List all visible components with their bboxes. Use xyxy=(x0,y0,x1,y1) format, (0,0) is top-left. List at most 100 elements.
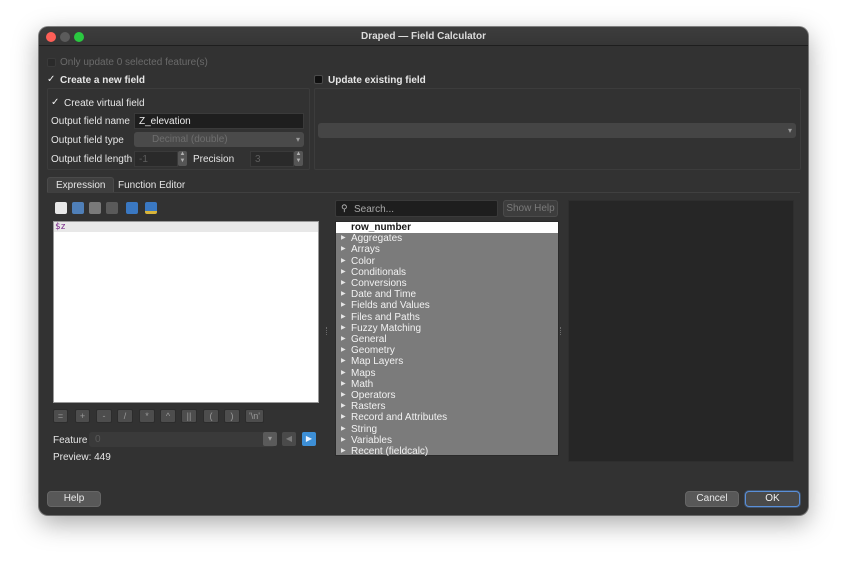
previous-feature-icon[interactable]: ◀ xyxy=(282,432,296,446)
only-update-selected-checkbox[interactable] xyxy=(47,58,56,67)
next-feature-icon[interactable]: ▶ xyxy=(302,432,316,446)
function-group-item[interactable]: ▶ Operators xyxy=(336,390,558,401)
function-group-item[interactable]: ▶ String xyxy=(336,424,558,435)
output-field-name-input[interactable]: Z_elevation xyxy=(134,113,304,129)
expand-triangle-icon[interactable]: ▶ xyxy=(341,300,346,311)
expand-triangle-icon[interactable]: ▶ xyxy=(341,244,346,255)
function-group-item[interactable]: ▶ Conversions xyxy=(336,278,558,289)
function-item-label: Conversions xyxy=(351,278,407,289)
virtual-field-label: Create virtual field xyxy=(64,98,145,109)
output-field-type-select[interactable]: Decimal (double) ▾ xyxy=(134,132,304,147)
expand-triangle-icon[interactable]: ▶ xyxy=(341,267,346,278)
update-existing-field-checkbox[interactable] xyxy=(314,75,323,84)
function-group-item[interactable]: ▶ Files and Paths xyxy=(336,312,558,323)
operator-plus-button[interactable]: + xyxy=(75,409,90,423)
function-group-item[interactable]: ▶ Fuzzy Matching xyxy=(336,323,558,334)
function-group-item[interactable]: ▶ Color xyxy=(336,256,558,267)
field-calculator-window: Draped — Field Calculator Only update 0 … xyxy=(39,27,808,515)
function-list[interactable]: row_number ▶ Aggregates ▶ Arrays ▶ Color ▶ Condi… xyxy=(335,221,559,457)
chevron-down-icon: ▾ xyxy=(787,126,792,135)
function-group-item[interactable]: ▶ Math xyxy=(336,379,558,390)
expand-triangle-icon[interactable]: ▶ xyxy=(341,233,346,244)
new-file-icon[interactable] xyxy=(55,202,67,214)
virtual-field-check-icon[interactable]: ✓ xyxy=(51,98,59,108)
chevron-down-icon[interactable]: ▾ xyxy=(263,432,277,446)
right-splitter-handle[interactable] xyxy=(560,327,562,335)
current-line-highlight xyxy=(54,222,318,232)
help-button[interactable]: Help xyxy=(47,491,101,507)
function-group-item[interactable]: ▶ General xyxy=(336,334,558,345)
output-field-length-input[interactable]: -1 xyxy=(134,151,178,167)
existing-field-select[interactable]: ▾ xyxy=(318,123,796,138)
expand-triangle-icon[interactable]: ▶ xyxy=(341,289,346,300)
function-group-item[interactable]: ▶ Arrays xyxy=(336,244,558,255)
function-search-input[interactable]: ⚲ Search... xyxy=(335,200,498,217)
function-item-label: Recent (fieldcalc) xyxy=(351,446,429,457)
ok-button[interactable]: OK xyxy=(745,491,800,507)
left-splitter-handle[interactable] xyxy=(326,327,328,335)
cancel-button[interactable]: Cancel xyxy=(685,491,739,507)
function-group-item[interactable]: ▶ Aggregates xyxy=(336,233,558,244)
expand-triangle-icon[interactable]: ▶ xyxy=(341,446,346,457)
expand-triangle-icon[interactable]: ▶ xyxy=(341,368,346,379)
function-group-item[interactable]: ▶ Map Layers xyxy=(336,356,558,367)
expand-triangle-icon[interactable]: ▶ xyxy=(341,412,346,423)
operator-newline-button[interactable]: '\n' xyxy=(245,409,264,423)
expand-triangle-icon[interactable]: ▶ xyxy=(341,312,346,323)
length-spin-arrows-icon[interactable]: ▲ ▼ xyxy=(178,151,187,166)
import-icon[interactable] xyxy=(126,202,138,214)
function-item-label: Maps xyxy=(351,367,376,379)
function-group-item[interactable]: ▶ Record and Attributes xyxy=(336,412,558,423)
operator-concat-button[interactable]: || xyxy=(181,409,197,423)
show-help-button[interactable]: Show Help xyxy=(503,200,558,217)
save-icon[interactable] xyxy=(72,202,84,214)
function-group-item[interactable]: ▶ Maps xyxy=(336,368,558,379)
operator-open-paren-button[interactable]: ( xyxy=(203,409,219,423)
function-item-label: Map Layers xyxy=(351,356,404,368)
expand-triangle-icon[interactable]: ▶ xyxy=(341,424,346,435)
tab-function-editor[interactable]: Function Editor xyxy=(110,178,193,193)
expand-triangle-icon[interactable]: ▶ xyxy=(341,256,346,267)
function-item-label: Rasters xyxy=(351,401,386,413)
operator-equals-button[interactable]: = xyxy=(53,409,68,423)
save-as-icon[interactable] xyxy=(89,202,101,214)
only-update-selected-label: Only update 0 selected feature(s) xyxy=(60,57,208,68)
function-group-item[interactable]: ▶ Fields and Values xyxy=(336,300,558,311)
function-item-row-number[interactable]: row_number xyxy=(336,222,558,233)
function-group-item[interactable]: ▶ Date and Time xyxy=(336,289,558,300)
function-group-item[interactable]: ▶ Variables xyxy=(336,435,558,446)
precision-spin-arrows-icon[interactable]: ▲ ▼ xyxy=(294,151,303,166)
expand-triangle-icon[interactable]: ▶ xyxy=(341,390,346,401)
expand-triangle-icon[interactable]: ▶ xyxy=(341,356,346,367)
tab-expression[interactable]: Expression xyxy=(47,177,115,192)
expression-editor[interactable]: $z xyxy=(53,221,319,403)
function-group-item[interactable]: ▶ Recent (fieldcalc) xyxy=(336,446,558,457)
expression-text: $z xyxy=(55,222,66,232)
function-item-label: Operators xyxy=(351,390,396,401)
delete-icon[interactable] xyxy=(106,202,118,214)
feature-select[interactable]: 0 xyxy=(89,432,275,447)
expand-triangle-icon[interactable]: ▶ xyxy=(341,379,346,390)
operator-divide-button[interactable]: / xyxy=(117,409,133,423)
function-item-label: Arrays xyxy=(351,244,380,256)
export-icon[interactable] xyxy=(145,202,157,214)
expand-triangle-icon[interactable]: ▶ xyxy=(341,435,346,446)
expand-triangle-icon[interactable]: ▶ xyxy=(341,278,346,289)
operator-multiply-button[interactable]: * xyxy=(139,409,155,423)
expand-triangle-icon[interactable]: ▶ xyxy=(341,345,346,356)
function-group-item[interactable]: ▶ Rasters xyxy=(336,401,558,412)
function-group-item[interactable]: ▶ Geometry xyxy=(336,345,558,356)
expand-triangle-icon[interactable]: ▶ xyxy=(341,334,346,345)
operator-power-button[interactable]: ^ xyxy=(160,409,176,423)
operator-close-paren-button[interactable]: ) xyxy=(224,409,240,423)
precision-input[interactable]: 3 xyxy=(250,151,294,167)
create-new-field-check-icon[interactable]: ✓ xyxy=(47,75,55,85)
create-new-field-label: Create a new field xyxy=(60,75,146,86)
expand-triangle-icon[interactable]: ▶ xyxy=(341,401,346,412)
expand-triangle-icon[interactable]: ▶ xyxy=(341,323,346,334)
output-field-type-value: Decimal (double) xyxy=(152,134,228,145)
function-item-label: Files and Paths xyxy=(351,311,420,323)
title-bar[interactable]: Draped — Field Calculator xyxy=(39,27,808,46)
operator-minus-button[interactable]: - xyxy=(96,409,112,423)
function-group-item[interactable]: ▶ Conditionals xyxy=(336,267,558,278)
